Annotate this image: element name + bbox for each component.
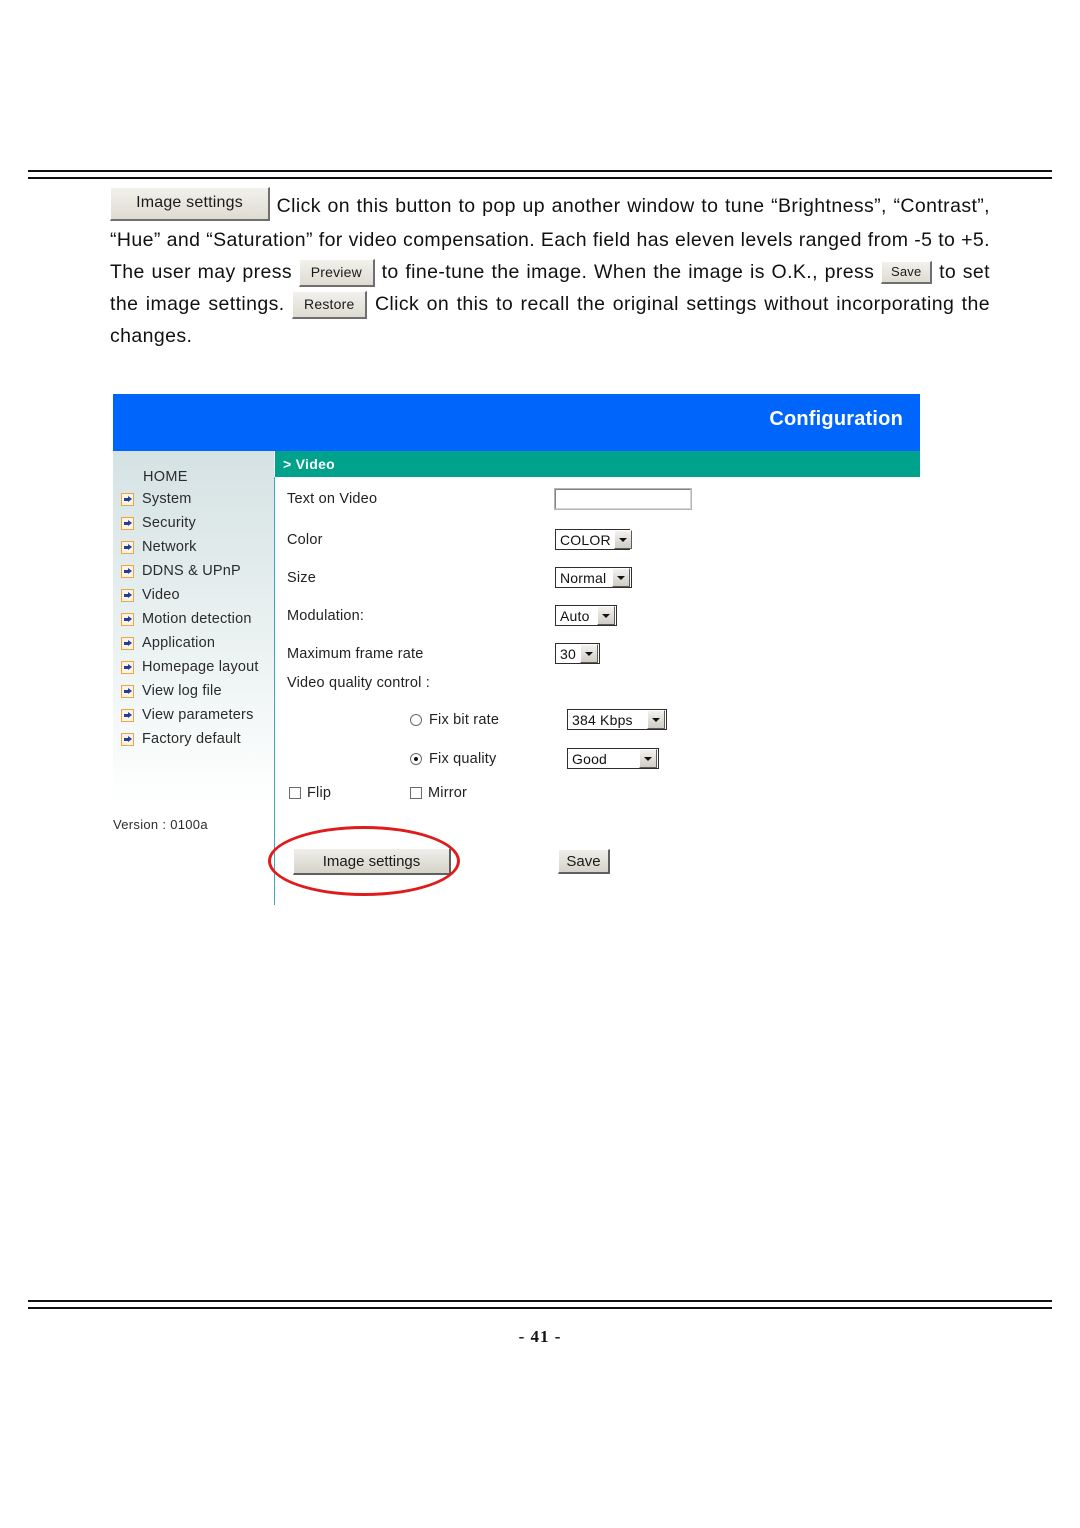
- field-fix-quality: Fix quality Good: [410, 748, 760, 769]
- sidebar-item-motion-detection[interactable]: Motion detection: [113, 607, 274, 631]
- field-label: Maximum frame rate: [287, 645, 424, 662]
- body-paragraph: Image settings Click on this button to p…: [110, 187, 990, 352]
- chevron-down-icon: [612, 568, 630, 587]
- field-label: Fix bit rate: [429, 711, 500, 728]
- chevron-down-icon: [613, 530, 632, 549]
- arrow-icon: [121, 636, 134, 650]
- sidebar-item-label: Homepage layout: [142, 659, 259, 675]
- arrow-icon: [121, 492, 134, 506]
- sidebar-item-label: DDNS & UPnP: [142, 563, 241, 579]
- arrow-icon: [121, 732, 134, 746]
- text-on-video-input[interactable]: [554, 488, 692, 510]
- arrow-icon: [121, 564, 134, 578]
- sidebar-item-homepage-layout[interactable]: Homepage layout: [113, 655, 274, 679]
- max-frame-rate-value: 30: [560, 645, 576, 662]
- max-frame-rate-select[interactable]: 30: [555, 643, 600, 664]
- fix-bit-rate-radio[interactable]: [410, 713, 422, 726]
- sidebar-item-label: Application: [142, 635, 216, 651]
- sidebar: HOME System Security Network DDNS & UPnP…: [113, 451, 274, 851]
- arrow-icon: [121, 540, 134, 554]
- modulation-select-value: Auto: [560, 607, 590, 624]
- color-select-value: COLOR: [560, 531, 611, 548]
- field-label: Text on Video: [287, 491, 378, 507]
- chevron-down-icon: [580, 644, 598, 663]
- field-mirror[interactable]: Mirror: [410, 785, 467, 801]
- field-video-quality-control-heading: Video quality control :: [287, 675, 430, 691]
- field-label: Modulation:: [287, 607, 365, 624]
- field-modulation: Modulation: Auto: [287, 605, 747, 626]
- inline-restore-button[interactable]: Restore: [292, 290, 368, 319]
- arrow-icon: [121, 612, 134, 626]
- field-label: Mirror: [428, 785, 468, 801]
- field-size: Size Normal: [287, 567, 747, 588]
- bit-rate-select-value: 384 Kbps: [572, 711, 633, 728]
- arrow-icon: [121, 708, 134, 722]
- field-label: Size: [287, 569, 317, 586]
- page-footer-rule: [28, 1300, 1052, 1309]
- sidebar-item-system[interactable]: System: [113, 487, 274, 511]
- sidebar-item-view-log-file[interactable]: View log file: [113, 679, 274, 703]
- mirror-checkbox[interactable]: [410, 787, 422, 799]
- arrow-icon: [121, 684, 134, 698]
- sidebar-item-label: Security: [142, 515, 196, 531]
- inline-preview-button[interactable]: Preview: [298, 258, 375, 287]
- arrow-icon: [121, 660, 134, 674]
- page-number: - 41 -: [518, 1327, 562, 1346]
- field-flip[interactable]: Flip: [289, 785, 331, 801]
- inline-image-settings-button[interactable]: Image settings: [110, 187, 270, 221]
- field-label: Fix quality: [429, 750, 497, 767]
- sidebar-item-home[interactable]: HOME: [113, 467, 274, 487]
- sidebar-item-security[interactable]: Security: [113, 511, 274, 535]
- field-fix-bit-rate: Fix bit rate 384 Kbps: [410, 709, 760, 730]
- field-color: Color COLOR: [287, 529, 747, 550]
- chevron-down-icon: [639, 749, 657, 768]
- color-select[interactable]: COLOR: [555, 529, 632, 550]
- sidebar-item-application[interactable]: Application: [113, 631, 274, 655]
- page-header-rule: [28, 170, 1052, 179]
- arrow-icon: [121, 588, 134, 602]
- sidebar-item-label: System: [142, 491, 192, 507]
- flip-checkbox[interactable]: [289, 787, 301, 799]
- config-form: Text on Video Color COLOR Size Normal Mo…: [275, 477, 920, 909]
- save-button[interactable]: Save: [558, 849, 610, 874]
- sidebar-item-label: Video: [142, 587, 180, 603]
- size-select-value: Normal: [560, 569, 607, 586]
- sidebar-nav-list: HOME System Security Network DDNS & UPnP…: [113, 467, 274, 751]
- sidebar-item-label: Motion detection: [142, 611, 252, 627]
- sidebar-item-label: Network: [142, 539, 197, 555]
- quality-select[interactable]: Good: [567, 748, 659, 769]
- breadcrumb: > Video: [283, 456, 336, 472]
- modulation-select[interactable]: Auto: [555, 605, 617, 626]
- image-settings-button[interactable]: Image settings: [293, 848, 451, 875]
- sidebar-item-ddns-upnp[interactable]: DDNS & UPnP: [113, 559, 274, 583]
- chevron-down-icon: [597, 606, 615, 625]
- field-label: Color: [287, 531, 323, 548]
- sidebar-item-label: Factory default: [142, 731, 241, 747]
- breadcrumb-bar: > Video: [275, 451, 920, 477]
- arrow-icon: [121, 516, 134, 530]
- inline-save-button[interactable]: Save: [880, 261, 933, 285]
- firmware-version-label: Version : 0100a: [113, 817, 208, 832]
- sidebar-item-factory-default[interactable]: Factory default: [113, 727, 274, 751]
- config-title: Configuration: [769, 408, 903, 430]
- bit-rate-select[interactable]: 384 Kbps: [567, 709, 667, 730]
- sidebar-item-view-parameters[interactable]: View parameters: [113, 703, 274, 727]
- size-select[interactable]: Normal: [555, 567, 632, 588]
- quality-select-value: Good: [572, 750, 608, 767]
- sidebar-item-label: View parameters: [142, 707, 254, 723]
- chevron-down-icon: [647, 710, 665, 729]
- sidebar-item-label: View log file: [142, 683, 222, 699]
- sidebar-item-network[interactable]: Network: [113, 535, 274, 559]
- field-label: Video quality control :: [287, 675, 430, 691]
- fix-quality-radio[interactable]: [410, 752, 422, 765]
- camera-configuration-screenshot: Configuration > Video HOME System Securi…: [113, 394, 920, 909]
- field-max-frame-rate: Maximum frame rate 30: [287, 643, 747, 664]
- field-text-on-video: Text on Video: [287, 488, 747, 510]
- config-header-bar: Configuration: [113, 394, 920, 451]
- field-label: Flip: [307, 785, 332, 801]
- paragraph-text-2: to fine-tune the image. When the image i…: [381, 261, 875, 283]
- sidebar-item-video[interactable]: Video: [113, 583, 274, 607]
